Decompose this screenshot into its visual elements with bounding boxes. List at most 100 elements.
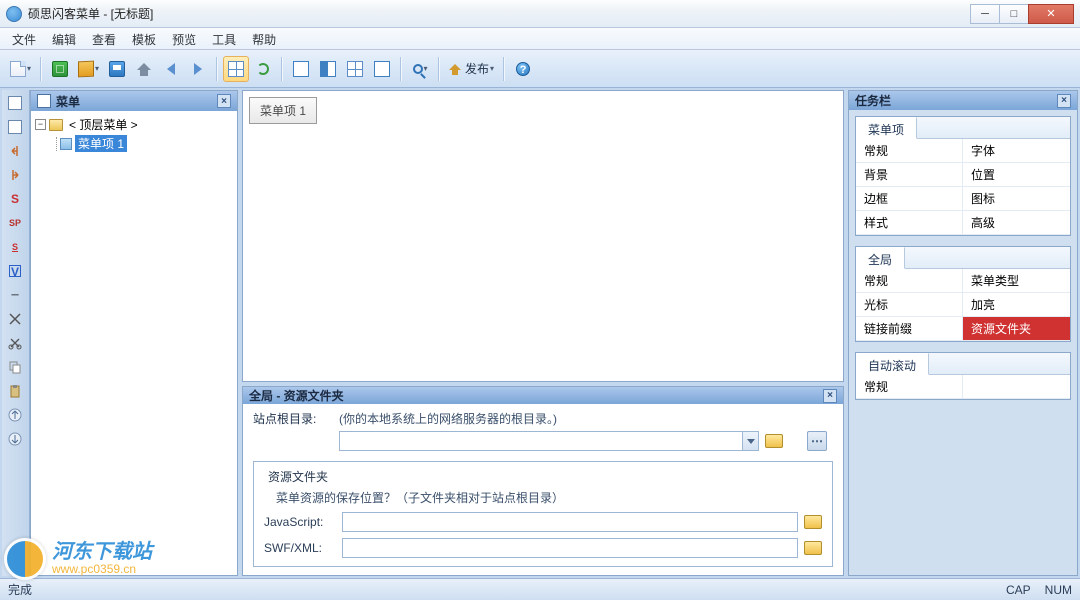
- prop-cell[interactable]: 图标: [963, 187, 1070, 211]
- home-button[interactable]: [131, 56, 157, 82]
- statusbar: 完成 CAP NUM: [0, 578, 1080, 600]
- separator: [40, 57, 42, 81]
- js-row: JavaScript:: [264, 512, 822, 532]
- zoom-icon: [413, 64, 423, 74]
- tab-autoscroll[interactable]: 自动滚动: [856, 353, 929, 375]
- side-cut[interactable]: [4, 332, 26, 354]
- zoom-button[interactable]: ▾: [407, 56, 433, 82]
- tree-item-row[interactable]: 菜单项 1: [35, 134, 233, 153]
- prop-panel-header[interactable]: 全局 - 资源文件夹 ×: [243, 387, 843, 404]
- layout4-icon: [374, 61, 390, 77]
- side-v[interactable]: V: [4, 260, 26, 282]
- menu-edit[interactable]: 编辑: [44, 28, 84, 49]
- side-indent-out[interactable]: [4, 140, 26, 162]
- menu-template[interactable]: 模板: [124, 28, 164, 49]
- side-indent-in[interactable]: [4, 164, 26, 186]
- prop-cell[interactable]: 字体: [963, 139, 1070, 163]
- side-paste[interactable]: [4, 380, 26, 402]
- new-button[interactable]: ▾: [6, 56, 35, 82]
- menu-item-group: 菜单项 常规 字体 背景 位置 边框 图标 样式 高级: [855, 116, 1071, 236]
- side-down[interactable]: [4, 428, 26, 450]
- prop-cell[interactable]: [963, 375, 1070, 399]
- refresh-button[interactable]: [250, 56, 276, 82]
- panel-close-button[interactable]: ×: [823, 389, 837, 403]
- side-copy[interactable]: [4, 356, 26, 378]
- publish-button[interactable]: 发布▾: [445, 56, 498, 82]
- side-sep[interactable]: ─: [4, 284, 26, 306]
- layout2-button[interactable]: [315, 56, 341, 82]
- menu-preview[interactable]: 预览: [164, 28, 204, 49]
- layout3-button[interactable]: [342, 56, 368, 82]
- prop-cell[interactable]: 常规: [856, 139, 963, 163]
- prop-cell[interactable]: 加亮: [963, 293, 1070, 317]
- taskbar-header[interactable]: 任务栏 ×: [848, 90, 1078, 110]
- redo-button[interactable]: [185, 56, 211, 82]
- menu-tools[interactable]: 工具: [204, 28, 244, 49]
- close-button[interactable]: ✕: [1028, 4, 1074, 24]
- prop-cell[interactable]: 菜单类型: [963, 269, 1070, 293]
- menuitem-prop-grid: 常规 字体 背景 位置 边框 图标 样式 高级: [856, 139, 1070, 235]
- help-icon: ?: [516, 62, 530, 76]
- menu-help[interactable]: 帮助: [244, 28, 284, 49]
- menu-file[interactable]: 文件: [4, 28, 44, 49]
- prop-cell[interactable]: 常规: [856, 269, 963, 293]
- panel-close-button[interactable]: ×: [217, 94, 231, 108]
- prop-cell[interactable]: 链接前缀: [856, 317, 963, 341]
- side-subdoc[interactable]: [4, 116, 26, 138]
- prop-cell[interactable]: 常规: [856, 375, 963, 399]
- side-up[interactable]: [4, 404, 26, 426]
- prop-cell[interactable]: 样式: [856, 211, 963, 235]
- prop-cell-highlighted[interactable]: 资源文件夹: [963, 317, 1070, 341]
- canvas-panel[interactable]: 菜单项 1: [242, 90, 844, 382]
- side-delete[interactable]: [4, 308, 26, 330]
- item-icon: [60, 138, 72, 150]
- layout1-button[interactable]: [288, 56, 314, 82]
- open-button[interactable]: [47, 56, 73, 82]
- dialog-button[interactable]: [807, 431, 827, 451]
- menu-item-preview[interactable]: 菜单项 1: [249, 97, 317, 124]
- site-root-label: 站点根目录:: [253, 410, 333, 427]
- prop-cell[interactable]: 光标: [856, 293, 963, 317]
- js-input[interactable]: [342, 512, 798, 532]
- minimize-button[interactable]: ─: [970, 4, 1000, 24]
- browse-js-button[interactable]: [804, 515, 822, 529]
- layout-grid-button[interactable]: [223, 56, 249, 82]
- tab-global[interactable]: 全局: [856, 247, 905, 269]
- site-root-input-row: [253, 431, 833, 451]
- publish-label: 发布: [465, 60, 489, 77]
- collapse-icon[interactable]: −: [35, 119, 46, 130]
- menu-view[interactable]: 查看: [84, 28, 124, 49]
- tab-menuitem[interactable]: 菜单项: [856, 117, 917, 139]
- template-button[interactable]: ▾: [74, 56, 103, 82]
- side-newdoc[interactable]: [4, 92, 26, 114]
- tree-line: [56, 137, 57, 151]
- side-s[interactable]: S: [4, 188, 26, 210]
- tree-body[interactable]: − < 顶层菜单 > 菜单项 1: [31, 111, 237, 575]
- tree-root-label[interactable]: < 顶层菜单 >: [66, 116, 141, 133]
- toolbar: ▾ ▾ ▾ 发布▾ ?: [0, 50, 1080, 88]
- side-sj[interactable]: S: [4, 236, 26, 258]
- tree-item-label[interactable]: 菜单项 1: [75, 135, 127, 152]
- help-button[interactable]: ?: [510, 56, 536, 82]
- undo-button[interactable]: [158, 56, 184, 82]
- prop-cell[interactable]: 边框: [856, 187, 963, 211]
- swf-input[interactable]: [342, 538, 798, 558]
- dropdown-arrow-icon[interactable]: [742, 432, 758, 450]
- prop-cell[interactable]: 背景: [856, 163, 963, 187]
- refresh-icon: [257, 63, 269, 75]
- save-button[interactable]: [104, 56, 130, 82]
- maximize-button[interactable]: □: [999, 4, 1029, 24]
- site-root-help: (你的本地系统上的网络服务器的根目录。): [339, 410, 557, 427]
- side-sp[interactable]: SP: [4, 212, 26, 234]
- panel-close-button[interactable]: ×: [1057, 94, 1071, 108]
- menu-panel-header[interactable]: 菜单 ×: [31, 91, 237, 111]
- prop-cell[interactable]: 位置: [963, 163, 1070, 187]
- layout4-button[interactable]: [369, 56, 395, 82]
- site-root-combo[interactable]: [339, 431, 759, 451]
- browse-folder-button[interactable]: [765, 434, 783, 448]
- doc-icon: [8, 120, 22, 134]
- browse-swf-button[interactable]: [804, 541, 822, 555]
- prop-cell[interactable]: 高级: [963, 211, 1070, 235]
- menu-panel-title: 菜单: [56, 93, 80, 110]
- tree-root-row[interactable]: − < 顶层菜单 >: [35, 115, 233, 134]
